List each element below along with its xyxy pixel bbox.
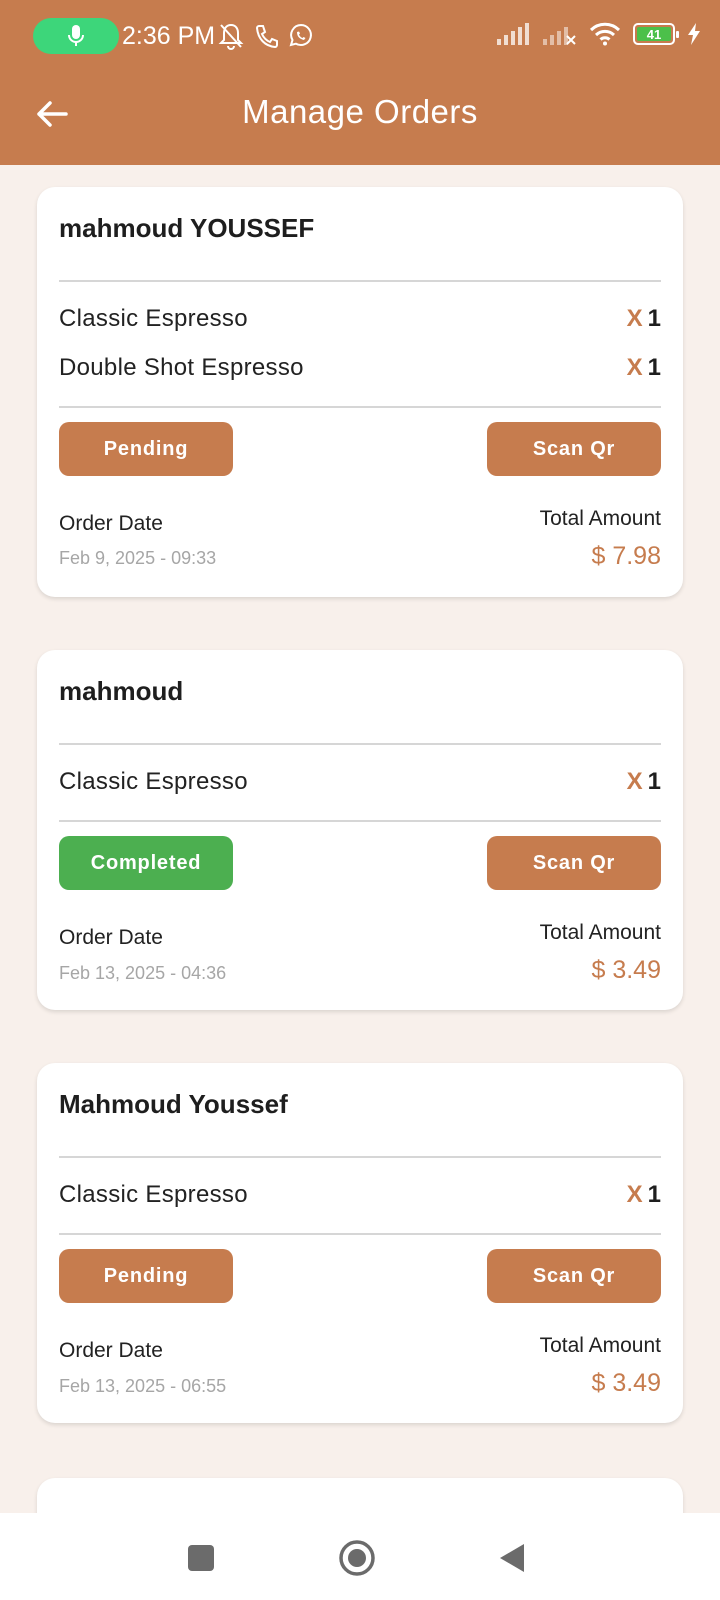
customer-name: mahmoud YOUSSEF <box>59 213 315 243</box>
app-bar: Manage Orders <box>0 72 720 165</box>
status-icons-left <box>218 22 314 50</box>
order-date-value: Feb 9, 2025 - 09:33 <box>59 548 217 568</box>
order-date-label: Order Date <box>59 1339 163 1362</box>
order-item: Double Shot Espresso X1 <box>59 351 661 385</box>
total-amount-value: $ 7.98 <box>591 542 661 570</box>
mic-icon <box>68 25 84 46</box>
recents-button[interactable] <box>179 1536 223 1580</box>
order-date-label: Order Date <box>59 512 163 535</box>
wifi-icon <box>589 22 621 46</box>
scan-qr-button[interactable]: Scan Qr <box>487 836 661 890</box>
battery-level: 41 <box>637 27 671 42</box>
scan-qr-button[interactable]: Scan Qr <box>487 1249 661 1303</box>
signal-no-service-icon <box>543 27 576 45</box>
item-name: Classic Espresso <box>59 305 248 332</box>
home-button[interactable] <box>335 1536 379 1580</box>
divider <box>59 280 661 282</box>
item-name: Classic Espresso <box>59 768 248 795</box>
notifications-off-icon <box>218 23 244 50</box>
total-amount-value: $ 3.49 <box>591 956 661 984</box>
divider <box>59 1156 661 1158</box>
item-quantity: X1 <box>626 1181 661 1208</box>
order-item: Classic Espresso X1 <box>59 302 661 336</box>
order-card <box>37 1478 683 1513</box>
home-circle-icon <box>339 1540 375 1576</box>
divider <box>59 820 661 822</box>
system-nav-bar <box>0 1513 720 1600</box>
total-amount-label: Total Amount <box>539 1334 661 1357</box>
battery-icon: 41 <box>633 23 679 45</box>
order-date-value: Feb 13, 2025 - 06:55 <box>59 1376 227 1396</box>
total-amount-label: Total Amount <box>539 507 661 530</box>
status-bar: 2:36 PM 41 <box>0 0 720 72</box>
item-quantity: X1 <box>626 354 661 381</box>
scan-qr-button[interactable]: Scan Qr <box>487 422 661 476</box>
divider <box>59 743 661 745</box>
back-triangle-icon <box>500 1544 524 1572</box>
item-name: Double Shot Espresso <box>59 354 304 381</box>
item-quantity: X1 <box>626 768 661 795</box>
divider <box>59 406 661 408</box>
orders-list[interactable]: mahmoud YOUSSEF Classic Espresso X1 Doub… <box>0 165 720 1513</box>
charging-icon <box>688 23 700 45</box>
order-card: mahmoud Classic Espresso X1 Completed Sc… <box>37 650 683 1010</box>
status-time: 2:36 PM <box>122 22 216 50</box>
recents-square-icon <box>188 1545 214 1571</box>
order-card: mahmoud YOUSSEF Classic Espresso X1 Doub… <box>37 187 683 597</box>
order-date-label: Order Date <box>59 926 163 949</box>
page-title: Manage Orders <box>242 93 478 130</box>
customer-name: Mahmoud Youssef <box>59 1089 288 1119</box>
order-item: Classic Espresso X1 <box>59 1178 661 1212</box>
order-card: Mahmoud Youssef Classic Espresso X1 Pend… <box>37 1063 683 1423</box>
order-item: Classic Espresso X1 <box>59 765 661 799</box>
total-amount-label: Total Amount <box>539 921 661 944</box>
whatsapp-icon <box>289 23 312 47</box>
phone-icon <box>255 25 278 49</box>
status-button[interactable]: Pending <box>59 422 233 476</box>
mic-indicator[interactable] <box>33 18 119 54</box>
divider <box>59 1233 661 1235</box>
item-name: Classic Espresso <box>59 1181 248 1208</box>
total-amount-value: $ 3.49 <box>591 1369 661 1397</box>
status-icons-right: 41 <box>497 22 701 46</box>
order-date-value: Feb 13, 2025 - 04:36 <box>59 963 227 983</box>
status-button[interactable]: Completed <box>59 836 233 890</box>
signal-icon <box>497 23 529 45</box>
status-button[interactable]: Pending <box>59 1249 233 1303</box>
customer-name: mahmoud <box>59 676 184 706</box>
item-quantity: X1 <box>626 305 661 332</box>
back-nav-button[interactable] <box>490 1536 534 1580</box>
